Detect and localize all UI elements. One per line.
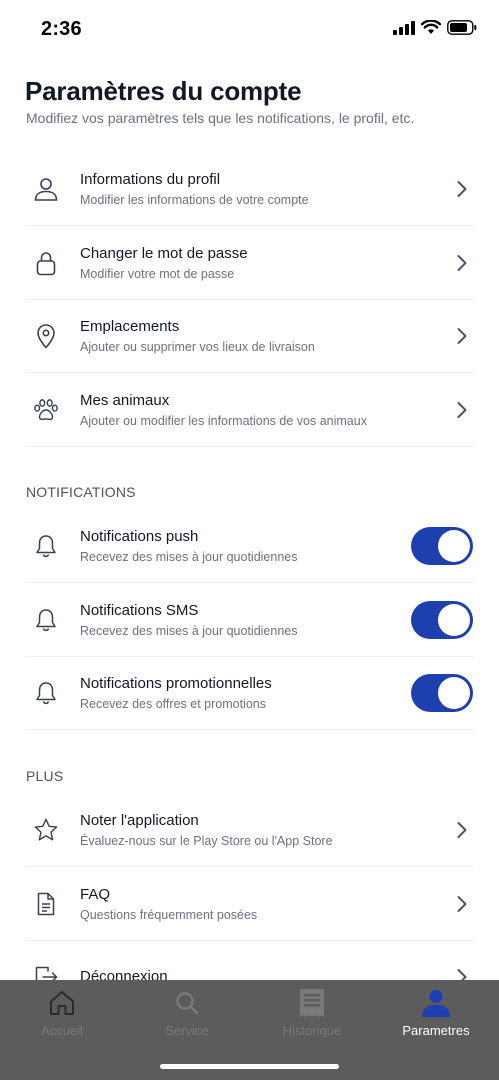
receipt-icon <box>297 989 327 1017</box>
toggle-knob <box>438 603 470 636</box>
star-icon <box>33 817 59 843</box>
settings-item-title: Déconnexion <box>80 968 168 980</box>
chevron-right-icon <box>457 895 467 912</box>
notification-title: Notifications SMS <box>80 601 199 619</box>
profile-icon <box>421 989 451 1018</box>
tab-accueil[interactable]: Accueil <box>0 980 124 1042</box>
tab-parametres[interactable]: Parametres <box>374 980 498 1042</box>
notification-title: Notifications push <box>80 527 199 545</box>
settings-item-subtitle: Ajouter ou supprimer vos lieux de livrai… <box>80 339 315 354</box>
tab-label: Historique <box>282 1023 342 1038</box>
settings-item-logout[interactable]: Déconnexion <box>25 940 474 980</box>
settings-item-title: Emplacements <box>80 317 180 335</box>
sms-notifications-toggle[interactable] <box>411 600 473 639</box>
settings-item-locations[interactable]: Emplacements Ajouter ou supprimer vos li… <box>25 299 474 373</box>
notification-item-push: Notifications push Recevez des mises à j… <box>25 509 474 583</box>
notification-title: Notifications promotionnelles <box>80 674 272 692</box>
settings-item-rate-app[interactable]: Noter l'application Évaluez-nous sur le … <box>25 793 474 867</box>
chevron-right-icon <box>457 401 467 418</box>
tab-service[interactable]: Service <box>125 980 249 1042</box>
settings-item-subtitle: Ajouter ou modifier les informations de … <box>80 413 367 428</box>
settings-item-subtitle: Questions fréquemment posées <box>80 907 258 922</box>
tab-label: Service <box>165 1023 209 1038</box>
settings-item-title: Informations du profil <box>80 170 221 188</box>
toggle-knob <box>438 676 470 709</box>
bell-icon <box>33 533 59 559</box>
notification-subtitle: Recevez des mises à jour quotidiennes <box>80 549 298 564</box>
lock-icon <box>33 250 59 276</box>
chevron-right-icon <box>457 821 467 838</box>
tab-historique[interactable]: Historique <box>250 980 374 1042</box>
settings-item-title: FAQ <box>80 885 111 903</box>
settings-item-title: Changer le mot de passe <box>80 244 248 262</box>
toggle-knob <box>438 529 470 562</box>
home-indicator <box>160 1064 339 1069</box>
notification-subtitle: Recevez des offres et promotions <box>80 696 266 711</box>
settings-item-faq[interactable]: FAQ Questions fréquemment posées <box>25 867 474 941</box>
chevron-right-icon <box>457 180 467 197</box>
section-label-notifications: NOTIFICATIONS <box>26 484 136 500</box>
chevron-right-icon <box>457 969 467 980</box>
notification-item-promotional: Notifications promotionnelles Recevez de… <box>25 656 474 730</box>
settings-item-password[interactable]: Changer le mot de passe Modifier votre m… <box>25 226 474 300</box>
promotional-notifications-toggle[interactable] <box>411 673 473 712</box>
settings-item-title: Mes animaux <box>80 391 170 409</box>
search-icon <box>172 989 202 1017</box>
page-subtitle: Modifiez vos paramètres tels que les not… <box>26 110 415 126</box>
home-icon <box>47 989 77 1017</box>
bell-icon <box>33 680 59 706</box>
settings-item-title: Noter l'application <box>80 811 199 829</box>
notification-subtitle: Recevez des mises à jour quotidiennes <box>80 623 298 638</box>
notification-item-sms: Notifications SMS Recevez des mises à jo… <box>25 583 474 657</box>
tab-label: Accueil <box>41 1023 83 1038</box>
settings-screen: Paramètres du compte Modifiez vos paramè… <box>0 0 499 980</box>
bell-icon <box>33 607 59 633</box>
user-icon <box>33 176 59 202</box>
settings-item-subtitle: Modifier votre mot de passe <box>80 266 235 281</box>
settings-item-profile[interactable]: Informations du profil Modifier les info… <box>25 152 474 226</box>
tab-label: Parametres <box>402 1023 470 1038</box>
chevron-right-icon <box>457 254 467 271</box>
logout-icon <box>33 964 59 980</box>
page-title: Paramètres du compte <box>25 76 302 106</box>
document-icon <box>33 891 59 917</box>
settings-item-subtitle: Modifier les informations de votre compt… <box>80 192 309 207</box>
chevron-right-icon <box>457 327 467 344</box>
settings-item-subtitle: Évaluez-nous sur le Play Store ou l'App … <box>80 833 333 848</box>
section-label-plus: PLUS <box>26 768 64 784</box>
settings-item-pets[interactable]: Mes animaux Ajouter ou modifier les info… <box>25 373 474 447</box>
paw-icon <box>33 397 59 423</box>
push-notifications-toggle[interactable] <box>411 526 473 565</box>
location-pin-icon <box>33 323 59 349</box>
